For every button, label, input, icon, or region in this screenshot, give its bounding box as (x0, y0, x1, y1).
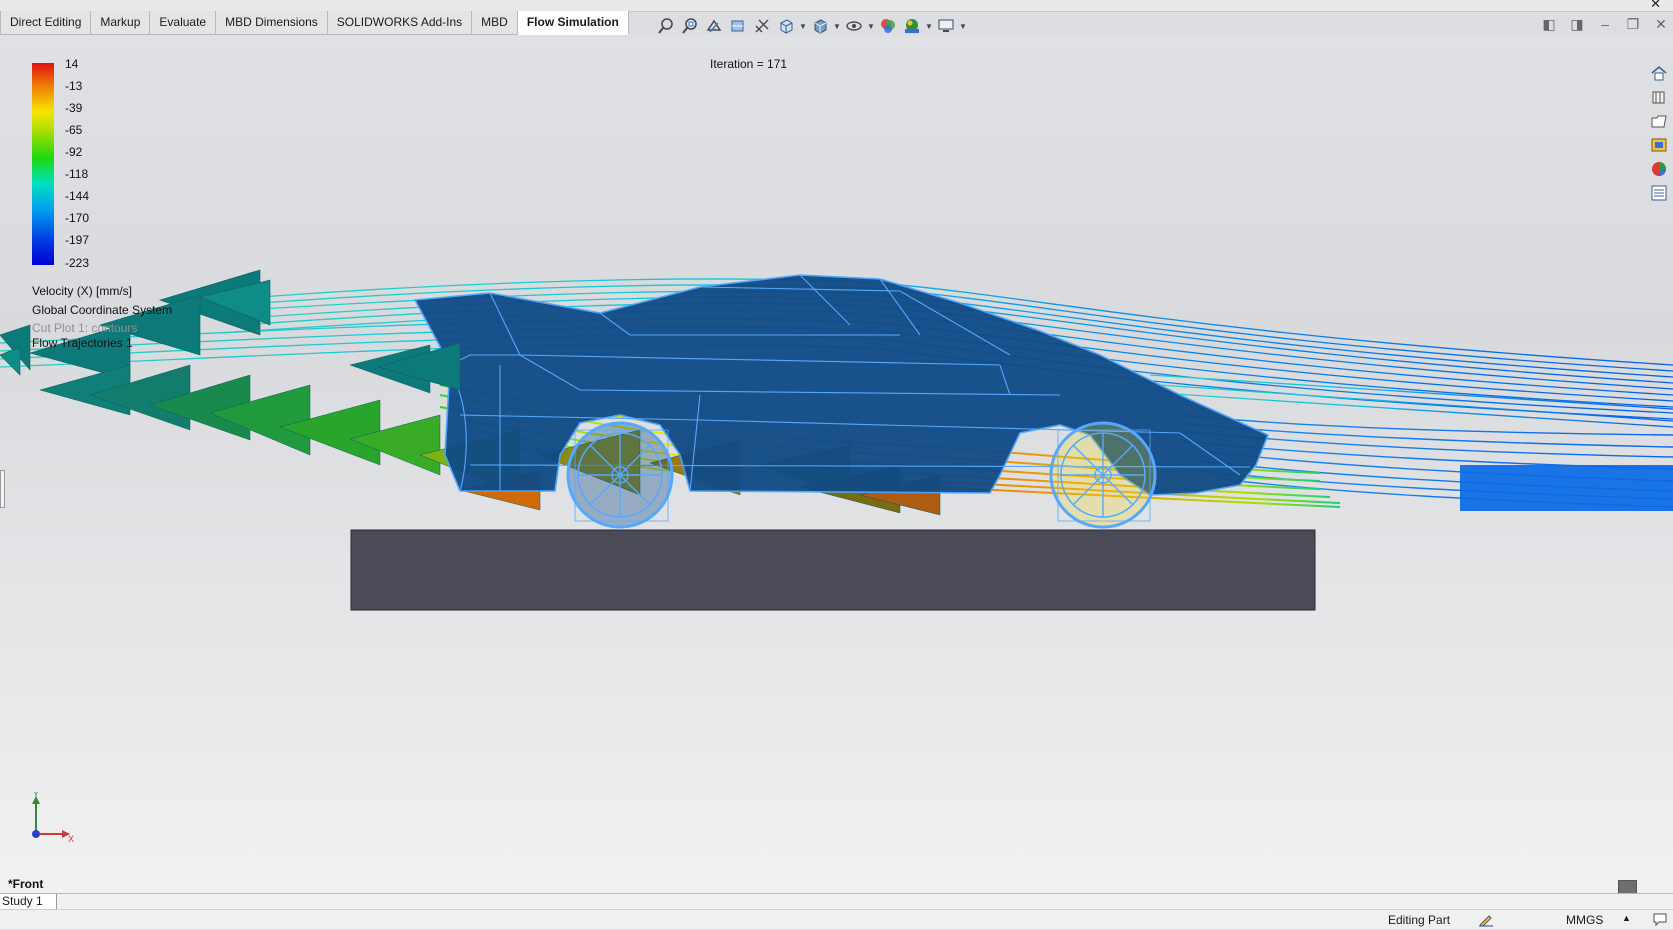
legend-tick: -39 (65, 101, 83, 115)
chevron-down-icon[interactable]: ▼ (833, 22, 841, 31)
tile-left-icon[interactable]: ◧ (1542, 16, 1556, 33)
view-orientation-icon[interactable] (775, 15, 797, 37)
zoom-to-fit-icon[interactable] (655, 15, 677, 37)
home-icon[interactable] (1647, 62, 1671, 84)
legend-tick: -223 (65, 256, 90, 270)
tab-markup[interactable]: Markup (91, 11, 151, 35)
iteration-label: Iteration = 171 (710, 57, 788, 71)
front-wheel (566, 421, 674, 529)
legend-tick: -118 (65, 167, 89, 181)
tab-study-1[interactable]: Study 1 (0, 894, 57, 909)
legend-flow-trajectories: Flow Trajectories 1 (32, 336, 133, 350)
tab-mbd[interactable]: MBD (472, 11, 518, 35)
tile-right-icon[interactable]: ◨ (1570, 16, 1584, 33)
legend-cut-plot: Cut Plot 1: contours (32, 321, 138, 335)
status-bar: Editing Part MMGS ▲ (0, 909, 1673, 929)
apply-scene-icon[interactable] (901, 15, 923, 37)
chevron-up-icon[interactable]: ▲ (1622, 913, 1631, 923)
chevron-down-icon[interactable]: ▼ (925, 22, 933, 31)
ground-block (350, 529, 1316, 611)
editing-mode-status: Editing Part (1388, 913, 1451, 927)
legend-coordinate-system: Global Coordinate System (32, 303, 173, 317)
unit-system-selector[interactable]: MMGS (1566, 913, 1603, 927)
legend-tick: -197 (65, 233, 90, 247)
tab-flow-simulation[interactable]: Flow Simulation (517, 11, 629, 35)
chevron-down-icon[interactable]: ▼ (959, 22, 967, 31)
svg-text:X: X (68, 834, 74, 844)
task-pane-tabs (1647, 62, 1673, 204)
edit-appearance-icon[interactable] (877, 15, 899, 37)
close-document-icon[interactable]: ✕ (1654, 16, 1668, 33)
rear-wheel (1049, 421, 1157, 529)
view-orientation-label: *Front (8, 877, 44, 891)
chevron-down-icon[interactable]: ▼ (867, 22, 875, 31)
file-explorer-icon[interactable] (1647, 110, 1671, 132)
legend-tick: -170 (65, 211, 90, 225)
legend-tick: -65 (65, 123, 83, 137)
zoom-to-area-icon[interactable] (679, 15, 701, 37)
close-icon[interactable]: ✕ (1650, 0, 1661, 12)
wake-dense-band (1460, 465, 1673, 511)
custom-properties-icon[interactable] (1647, 182, 1671, 204)
section-view-icon[interactable] (727, 15, 749, 37)
viewport-handle[interactable] (1618, 880, 1637, 893)
tab-mbd-dimensions[interactable]: MBD Dimensions (216, 11, 328, 35)
command-manager-tabs: Direct Editing Markup Evaluate MBD Dimen… (0, 11, 629, 35)
color-scale-bar (32, 63, 54, 265)
view-settings-icon[interactable] (935, 15, 957, 37)
rebuild-indicator-icon[interactable] (1478, 911, 1494, 930)
legend-tick: -13 (65, 79, 83, 93)
appearances-icon[interactable] (1647, 158, 1671, 180)
heads-up-view-toolbar: ▼ ▼ ▼ ▼ ▼ (655, 15, 967, 37)
window-controls: ◧ ◨ – ❐ ✕ (1542, 16, 1668, 33)
legend-quantity: Velocity (X) [mm/s] (32, 284, 133, 298)
restore-icon[interactable]: ❐ (1626, 16, 1640, 33)
reference-triad: Y X (26, 789, 76, 847)
legend-tick: 14 (65, 57, 79, 71)
minimize-icon[interactable]: – (1598, 16, 1612, 33)
display-style-icon[interactable] (809, 15, 831, 37)
view-palette-icon[interactable] (1647, 134, 1671, 156)
tab-solidworks-add-ins[interactable]: SOLIDWORKS Add-Ins (327, 11, 473, 35)
graphics-area[interactable]: Iteration = 171 14 -13 -39 -65 -92 -118 … (0, 35, 1673, 893)
svg-text:Y: Y (33, 792, 39, 799)
hide-show-items-icon[interactable] (843, 15, 865, 37)
tab-direct-editing[interactable]: Direct Editing (0, 11, 92, 35)
messages-icon[interactable] (1652, 911, 1668, 930)
flow-simulation-scene (0, 269, 1673, 611)
study-tab-bar: Study 1 (0, 893, 1673, 910)
design-library-icon[interactable] (1647, 86, 1671, 108)
legend-tick: -144 (65, 189, 90, 203)
dynamic-annotation-icon[interactable] (751, 15, 773, 37)
tab-evaluate[interactable]: Evaluate (150, 11, 217, 35)
legend-tick: -92 (65, 145, 83, 159)
panel-flyout-handle[interactable] (0, 470, 5, 508)
previous-view-icon[interactable] (703, 15, 725, 37)
chevron-down-icon[interactable]: ▼ (799, 22, 807, 31)
